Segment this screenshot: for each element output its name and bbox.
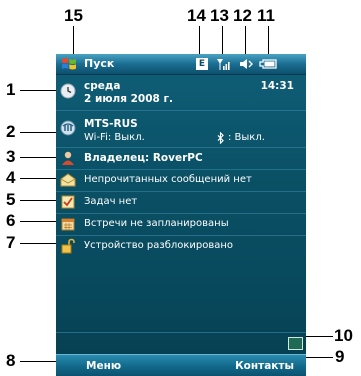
callout-4: 4 — [6, 168, 16, 187]
soft-key-bar: Меню Контакты — [56, 354, 306, 376]
divider — [56, 332, 306, 333]
unlocked-padlock-icon — [61, 238, 75, 254]
callout-1: 1 — [6, 80, 16, 99]
weekday: среда — [84, 80, 121, 92]
callout-14: 14 — [187, 6, 206, 25]
calendar-row[interactable]: Встречи не запланированы — [56, 214, 306, 234]
messages-status: Непрочитанных сообщений нет — [84, 174, 252, 185]
edge-connection-icon[interactable]: E — [196, 58, 208, 70]
leader-9 — [303, 357, 333, 358]
callout-2: 2 — [6, 122, 16, 141]
owner-icon — [62, 151, 74, 165]
leader-11 — [268, 26, 269, 56]
tasks-icon — [61, 195, 75, 209]
leader-15 — [73, 26, 74, 56]
owner-name: Владелец: RoverPC — [84, 152, 203, 164]
tasks-status: Задач нет — [84, 196, 138, 207]
leader-14 — [199, 26, 200, 56]
wifi-status: Wi-Fi: Выкл. — [84, 132, 145, 143]
messages-row[interactable]: Непрочитанных сообщений нет — [56, 170, 306, 190]
operator-name: MTS-RUS — [84, 118, 138, 130]
navigation-bar: Пуск E — [56, 54, 306, 75]
date: 2 июля 2008 г. — [84, 93, 173, 105]
callout-11: 11 — [257, 6, 275, 25]
today-screen: Пуск E среда 2 июля 2008 г. 14:31 MTS-RU… — [56, 54, 306, 376]
callout-3: 3 — [6, 147, 16, 166]
time: 14:31 — [260, 80, 294, 92]
clock-icon — [60, 83, 76, 99]
leader-12 — [245, 26, 246, 56]
network-row[interactable]: MTS-RUS Wi-Fi: Выкл. : Выкл. — [56, 112, 306, 146]
leader-10 — [305, 336, 333, 337]
bluetooth-icon — [217, 132, 224, 144]
start-label[interactable]: Пуск — [84, 57, 114, 70]
device-lock-row[interactable]: Устройство разблокировано — [56, 236, 306, 256]
volume-icon[interactable] — [238, 57, 254, 71]
divider — [56, 110, 306, 111]
leader-8 — [20, 361, 60, 362]
callout-15: 15 — [64, 6, 83, 25]
owner-row[interactable]: Владелец: RoverPC — [56, 148, 306, 168]
callout-6: 6 — [6, 211, 16, 230]
callout-10: 10 — [334, 326, 353, 345]
lock-status: Устройство разблокировано — [84, 240, 234, 251]
bluetooth-status: : Выкл. — [228, 132, 265, 143]
callout-9: 9 — [335, 347, 345, 366]
callout-8: 8 — [6, 351, 16, 370]
envelope-icon — [60, 173, 76, 187]
signal-icon[interactable] — [216, 57, 230, 71]
windows-start-icon[interactable] — [61, 56, 77, 72]
leader-13 — [222, 26, 223, 56]
date-time-row[interactable]: среда 2 июля 2008 г. 14:31 — [56, 76, 306, 108]
contacts-softkey[interactable]: Контакты — [235, 360, 294, 372]
battery-icon[interactable] — [259, 57, 277, 71]
callout-5: 5 — [6, 190, 16, 209]
network-icon — [60, 120, 76, 136]
callout-13: 13 — [210, 6, 229, 25]
callout-12: 12 — [233, 6, 252, 25]
menu-softkey[interactable]: Меню — [86, 360, 121, 372]
calendar-icon — [61, 218, 75, 231]
appointments-status: Встречи не запланированы — [84, 218, 229, 229]
callout-7: 7 — [6, 233, 16, 252]
notification-tray-icon[interactable] — [288, 337, 303, 350]
tasks-row[interactable]: Задач нет — [56, 192, 306, 212]
